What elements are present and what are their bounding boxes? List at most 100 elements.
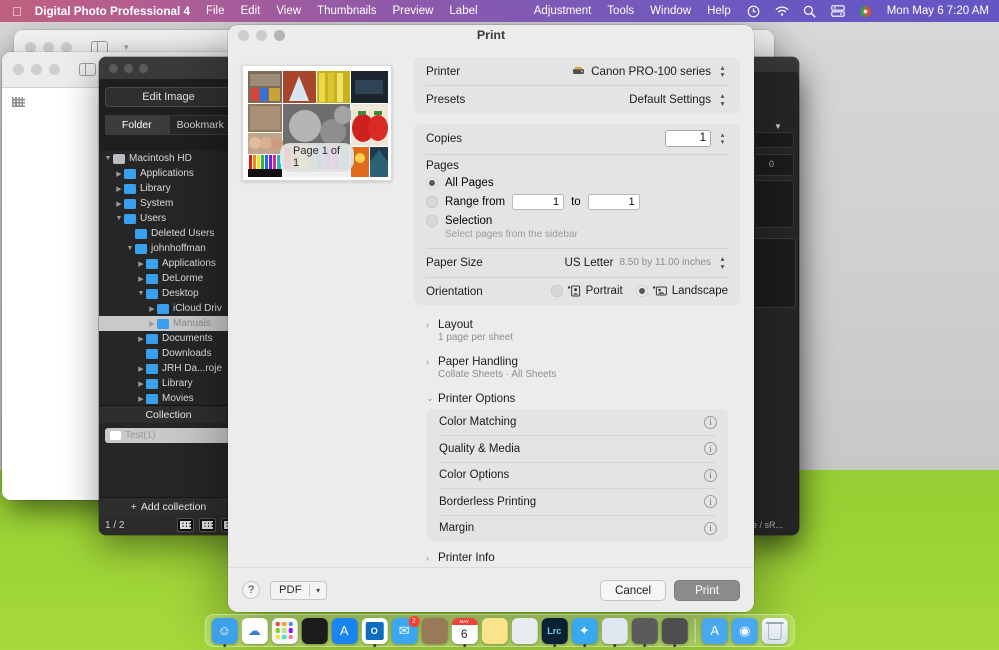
menu-label[interactable]: Label — [449, 5, 477, 17]
dock-item-calendar[interactable]: MAY 6 — [451, 617, 478, 647]
landscape-radio[interactable] — [635, 285, 648, 297]
tab-bookmark[interactable]: Bookmark — [168, 115, 232, 135]
folder-tree-item[interactable]: ▶ DeLorme — [99, 271, 238, 286]
printer-option-row[interactable]: Margin i — [426, 515, 728, 541]
folder-tree-item[interactable]: ▶ Library — [99, 181, 238, 196]
inspector-field[interactable] — [754, 132, 794, 148]
folder-tree-item[interactable]: ▶ Movies — [99, 391, 238, 405]
dock-item-finder[interactable]: ☺ — [211, 617, 238, 647]
info-icon[interactable]: i — [704, 468, 717, 482]
dock-item-launchpad[interactable] — [271, 617, 298, 644]
menu-bar[interactable]:  Digital Photo Professional 4 File Edit… — [0, 0, 999, 22]
folder-tree-item[interactable]: Deleted Users — [99, 226, 238, 241]
layout-section[interactable]: › Layout 1 page per sheet — [414, 315, 740, 352]
printer-row[interactable]: Printer Canon PRO-100 series ▴ ▾ — [414, 57, 740, 85]
presets-row[interactable]: Presets Default Settings ▴ ▾ — [414, 86, 740, 114]
folder-tree-item[interactable]: ▶ Documents — [99, 331, 238, 346]
add-collection-button[interactable]: + Add collection — [99, 497, 238, 515]
folder-tree-item[interactable]: ▼ Desktop — [99, 286, 238, 301]
dock[interactable]: ☺ ☁ A O ✉ 2 MAY 6 Lrc ✦ A ◉ — [204, 614, 795, 647]
chevron-right-icon[interactable]: ▶ — [114, 200, 124, 208]
dock-item-contacts[interactable] — [421, 617, 448, 644]
sidebar-toggle-icon[interactable] — [79, 62, 96, 77]
range-from-input[interactable]: 1 — [512, 194, 565, 210]
dock-item-mail[interactable]: ✉ 2 — [391, 615, 420, 644]
print-button[interactable]: Print — [674, 579, 740, 601]
dock-item-app-store[interactable]: A — [331, 617, 358, 644]
chevron-right-icon[interactable]: ▶ — [136, 365, 146, 373]
menu-help[interactable]: Help — [707, 5, 731, 17]
selection-radio[interactable] — [426, 215, 438, 227]
range-option[interactable]: Range from 1 to 1 — [426, 194, 728, 210]
control-center-icon[interactable] — [830, 4, 845, 18]
folder-tree-item[interactable]: ▶ Applications — [99, 166, 238, 181]
folder-tree-item[interactable]: ▶ Library — [99, 376, 238, 391]
close-button[interactable] — [109, 63, 118, 73]
minimize-button[interactable] — [124, 63, 133, 73]
chevron-right-icon[interactable]: ▶ — [114, 185, 124, 193]
apple-logo-icon[interactable]:  — [0, 5, 35, 18]
paper-size-popup[interactable]: US Letter 8.50 by 11.00 inches ▴ ▾ — [564, 255, 728, 270]
dock-item-preview[interactable] — [601, 617, 628, 647]
printer-option-row[interactable]: Quality & Media i — [426, 436, 728, 462]
menu-thumbnails[interactable]: Thumbnails — [317, 5, 376, 17]
range-to-input[interactable]: 1 — [587, 194, 640, 210]
menu-window[interactable]: Window — [650, 5, 691, 17]
menu-tools[interactable]: Tools — [607, 5, 634, 17]
folder-tree-item[interactable]: ▶ System — [99, 196, 238, 211]
folder-tree-item[interactable]: ▶ Applications — [99, 256, 238, 271]
chevron-down-icon[interactable]: ▼ — [125, 245, 135, 252]
folder-tree-item[interactable]: Downloads — [99, 346, 238, 361]
dock-item-sidecar-devices[interactable] — [301, 617, 328, 644]
dock-item-notes[interactable] — [481, 617, 508, 644]
chevron-down-icon[interactable]: ⌄ — [426, 393, 438, 404]
dock-item-digital-photo-professional[interactable] — [631, 617, 658, 647]
search-icon[interactable] — [803, 4, 817, 18]
menu-preview[interactable]: Preview — [393, 5, 434, 17]
folder-tree-item[interactable]: ▼ Users — [99, 211, 238, 226]
copies-stepper[interactable]: ▴ ▾ — [717, 131, 728, 147]
print-preview-sheet[interactable]: Page 1 of 1 — [242, 65, 392, 181]
help-button[interactable]: ? — [242, 581, 260, 599]
chevron-right-icon[interactable]: ▶ — [147, 305, 157, 313]
dock-item-safari[interactable]: ✦ — [571, 617, 598, 647]
tab-folder[interactable]: Folder — [105, 115, 169, 135]
info-icon[interactable]: i — [704, 521, 717, 535]
printer-popup[interactable]: Canon PRO-100 series ▴ ▾ — [572, 63, 728, 79]
paper-handling-section[interactable]: › Paper Handling Collate Sheets · All Sh… — [414, 352, 740, 389]
range-radio[interactable] — [426, 196, 438, 208]
folder-tree-item[interactable]: ▶ Manuals — [99, 316, 238, 331]
chevron-right-icon[interactable]: ▶ — [136, 395, 146, 403]
info-icon[interactable]: i — [704, 415, 717, 429]
info-icon[interactable]: i — [704, 442, 717, 455]
print-dialog[interactable]: Print Page 1 of 1 Printer Canon PRO-100 … — [228, 25, 754, 612]
chevron-right-icon[interactable]: ▶ — [136, 380, 146, 388]
presets-popup[interactable]: Default Settings ▴ ▾ — [629, 92, 728, 107]
active-app-name[interactable]: Digital Photo Professional 4 — [35, 5, 190, 18]
chevron-down-icon[interactable]: ▼ — [114, 215, 124, 222]
dock-item-golf-app[interactable] — [661, 617, 688, 647]
zoom-button[interactable] — [139, 63, 148, 73]
chevron-right-icon[interactable]: ▶ — [147, 320, 157, 328]
menubar-clock[interactable]: Mon May 6 7:20 AM — [887, 5, 989, 17]
user-avatar-icon[interactable] — [859, 4, 873, 18]
folder-tree[interactable]: ▼ Macintosh HD ▶ Applications ▶ Library ▶ Syste… — [99, 151, 238, 405]
dock-item-lightroom-classic[interactable]: Lrc — [541, 617, 568, 647]
menu-edit[interactable]: Edit — [241, 5, 261, 17]
all-pages-radio[interactable] — [426, 177, 438, 189]
chevron-right-icon[interactable]: ▶ — [136, 260, 146, 268]
chevron-right-icon[interactable]: › — [426, 320, 438, 330]
dock-item-onedrive[interactable]: ☁ — [241, 617, 268, 644]
copies-control[interactable]: 1 ▴ ▾ — [665, 130, 728, 147]
chevron-right-icon[interactable]: ▶ — [136, 275, 146, 283]
dock-item-outlook[interactable]: O — [361, 617, 388, 647]
chevron-right-icon[interactable]: ▶ — [114, 170, 124, 178]
copies-input[interactable]: 1 — [665, 130, 711, 147]
chevron-down-icon[interactable]: ▼ — [774, 122, 782, 131]
collection-item[interactable]: Test(1) — [105, 428, 232, 443]
paper-size-row[interactable]: Paper Size US Letter 8.50 by 11.00 inche… — [414, 249, 740, 277]
all-pages-option[interactable]: All Pages — [426, 177, 728, 189]
thumbnail-view-icon[interactable] — [177, 518, 194, 532]
time-machine-icon[interactable] — [747, 4, 761, 18]
folder-tree-item[interactable]: ▼ Macintosh HD — [99, 151, 238, 166]
